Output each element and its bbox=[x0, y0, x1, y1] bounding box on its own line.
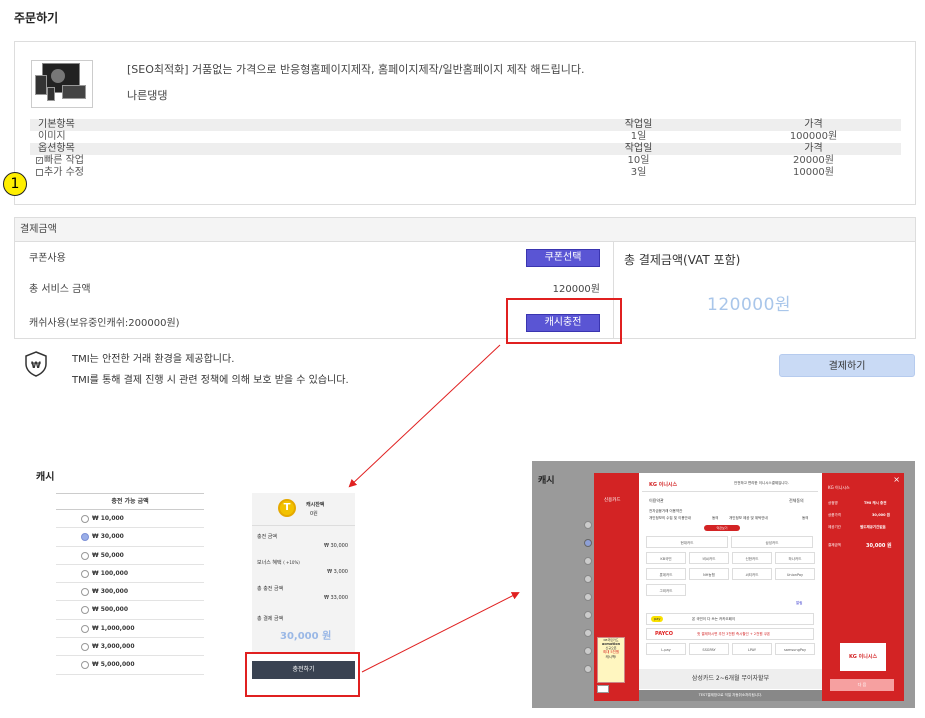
payment-method-sidebar: 신용카드 KB국민카드 acmotion 신규오픈 최대 5천원 캐시백! bbox=[594, 473, 639, 701]
terms-line: 전자금융거래 이용약관 bbox=[649, 509, 683, 513]
total-pay-label: 총 결제 금액 bbox=[257, 616, 284, 622]
card-option[interactable]: 현대카드 bbox=[646, 536, 728, 548]
charge-amount-label: 충전 금액 bbox=[257, 534, 277, 540]
info-label: 상점명 bbox=[828, 501, 838, 505]
card-option[interactable]: 삼성카드 bbox=[731, 536, 813, 548]
total-pay-amount: 30,000 원 bbox=[280, 631, 332, 642]
test-notice: TEST결제창으로 익일 자동취소처리됩니다. bbox=[639, 690, 822, 701]
next-button[interactable]: 다 음 bbox=[830, 679, 894, 691]
total-charge-amount: ₩ 33,000 bbox=[323, 595, 348, 601]
highlight-box bbox=[245, 652, 360, 697]
total-charge-label: 총 충전 금액 bbox=[257, 586, 284, 592]
payment-popup-screenshot: 캐시 신용카드 KB국민카드 acmotion 신규오픈 최대 5천원 캐시백!… bbox=[532, 461, 915, 708]
info-label: 결제금액 bbox=[828, 543, 841, 547]
wallet-option[interactable]: LPAY bbox=[732, 643, 772, 655]
amount-radio[interactable] bbox=[81, 515, 89, 523]
coin-icon: T bbox=[278, 499, 296, 517]
bonus-amount: ₩ 3,000 bbox=[327, 569, 348, 575]
amount-radio[interactable] bbox=[81, 551, 89, 560]
list-item[interactable]: ₩ 30,000 bbox=[56, 528, 204, 547]
amount-radio[interactable] bbox=[81, 588, 89, 597]
side-ad: KB국민카드 acmotion 신규오픈 최대 5천원 캐시백! bbox=[597, 637, 625, 683]
cash-title: 캐시 bbox=[36, 472, 55, 483]
bonus-label: 보너스 혜택 ( +10%) bbox=[257, 560, 300, 566]
wallet-option[interactable]: L.pay bbox=[646, 643, 686, 655]
kg-brand: KG 이니시스 bbox=[649, 482, 678, 488]
flag-icon bbox=[597, 685, 609, 693]
list-item[interactable]: ₩ 10,000 bbox=[56, 510, 204, 529]
agree-all-checkbox[interactable]: 전체동의 bbox=[789, 498, 804, 504]
card-option[interactable]: 씨티카드 bbox=[732, 568, 772, 580]
list-item[interactable]: ₩ 1,000,000 bbox=[56, 620, 204, 639]
card-option[interactable]: 그외카드 bbox=[646, 584, 686, 596]
payco-option[interactable]: PAYCO 첫 결제하시면 추천 3천원 즉시할인 + 2천원 쿠폰 bbox=[646, 628, 814, 640]
order-info-panel: KG 이니시스 × 상점명 TMI 캐시 충전 상품가격 30,000 원 제공… bbox=[822, 473, 904, 701]
card-option[interactable]: NH농협 bbox=[689, 568, 729, 580]
terms-title: 이용약관 bbox=[649, 498, 664, 503]
kakaopay-logo: pay bbox=[651, 616, 664, 622]
amount-radio[interactable] bbox=[81, 533, 89, 542]
popup-page-title: 캐시 bbox=[538, 476, 555, 486]
card-option[interactable]: 신한카드 bbox=[732, 552, 772, 564]
amount-radio[interactable] bbox=[81, 643, 89, 652]
terms-line: 개인정보 제공 및 위탁안내 bbox=[729, 516, 768, 520]
amount-list-header: 충전 가능 금액 bbox=[56, 493, 204, 510]
cash-summary-panel: T 캐시잔액 0원 충전 금액 ₩ 30,000 보너스 혜택 ( +10%) … bbox=[252, 493, 355, 653]
card-option[interactable]: 비씨카드 bbox=[689, 552, 729, 564]
notice-link[interactable]: 알림 bbox=[796, 601, 802, 606]
card-option[interactable]: UnionPay bbox=[775, 568, 815, 580]
charge-amount: ₩ 30,000 bbox=[323, 543, 348, 549]
list-item[interactable]: ₩ 100,000 bbox=[56, 565, 204, 584]
list-item[interactable]: ₩ 50,000 bbox=[56, 547, 204, 565]
list-item[interactable]: ₩ 300,000 bbox=[56, 583, 204, 602]
kg-payment-modal: 신용카드 KB국민카드 acmotion 신규오픈 최대 5천원 캐시백! KG… bbox=[594, 473, 904, 701]
card-option[interactable]: 하나카드 bbox=[775, 552, 815, 564]
right-brand: KG 이니시스 bbox=[828, 485, 850, 490]
wallet-option[interactable]: samsungPay bbox=[775, 643, 815, 655]
list-item[interactable]: ₩ 5,000,000 bbox=[56, 656, 204, 675]
card-option[interactable]: 롯데카드 bbox=[646, 568, 686, 580]
payco-logo: PAYCO bbox=[655, 631, 673, 637]
payco-text: 첫 결제하시면 추천 3천원 즉시할인 + 2천원 쿠폰 bbox=[697, 632, 771, 636]
info-value: 30,000 원 bbox=[872, 513, 890, 517]
info-label: 제공기간 bbox=[828, 525, 841, 529]
list-item[interactable]: ₩ 3,000,000 bbox=[56, 638, 204, 657]
card-option[interactable]: KB국민 bbox=[646, 552, 686, 564]
info-value: 별도제공기간없음 bbox=[860, 525, 886, 529]
amount-radio[interactable] bbox=[81, 661, 89, 670]
wallet-option[interactable]: SSGPAY bbox=[689, 643, 729, 655]
agree-checkbox[interactable]: 동의 bbox=[712, 516, 718, 521]
agree-checkbox[interactable]: 동의 bbox=[802, 516, 808, 521]
terms-more-button[interactable]: 약관보기 bbox=[704, 525, 740, 531]
amount-radio[interactable] bbox=[81, 569, 89, 578]
amount-radio[interactable] bbox=[81, 624, 89, 633]
balance-label: 캐시잔액 bbox=[306, 502, 325, 508]
kakaopay-text: 온 국민이 다 쓰는 카카오페이 bbox=[692, 617, 736, 621]
promo-banner: 삼성카드 2~6개월 무이자할부 bbox=[639, 669, 822, 689]
charge-amount-list: 충전 가능 금액 ₩ 10,000 ₩ 30,000 ₩ 50,000 ₩ 10… bbox=[56, 493, 204, 675]
kg-tagline: 안전하고 편리한 이니시스결제입니다. bbox=[734, 481, 789, 485]
terms-line: 개인정보의 수집 및 이용안내 bbox=[649, 516, 691, 520]
amount-radio[interactable] bbox=[81, 606, 89, 615]
kg-logo: KG 이니시스 bbox=[840, 643, 886, 671]
credit-card-tab[interactable]: 신용카드 bbox=[604, 497, 621, 503]
close-icon[interactable]: × bbox=[893, 475, 900, 484]
list-item[interactable]: ₩ 500,000 bbox=[56, 601, 204, 620]
kakaopay-option[interactable]: pay 온 국민이 다 쓰는 카카오페이 bbox=[646, 613, 814, 625]
info-value: 30,000 원 bbox=[866, 543, 892, 549]
balance-value: 0원 bbox=[310, 511, 318, 517]
info-label: 상품가격 bbox=[828, 513, 841, 517]
info-value: TMI 캐시 충전 bbox=[864, 501, 887, 505]
